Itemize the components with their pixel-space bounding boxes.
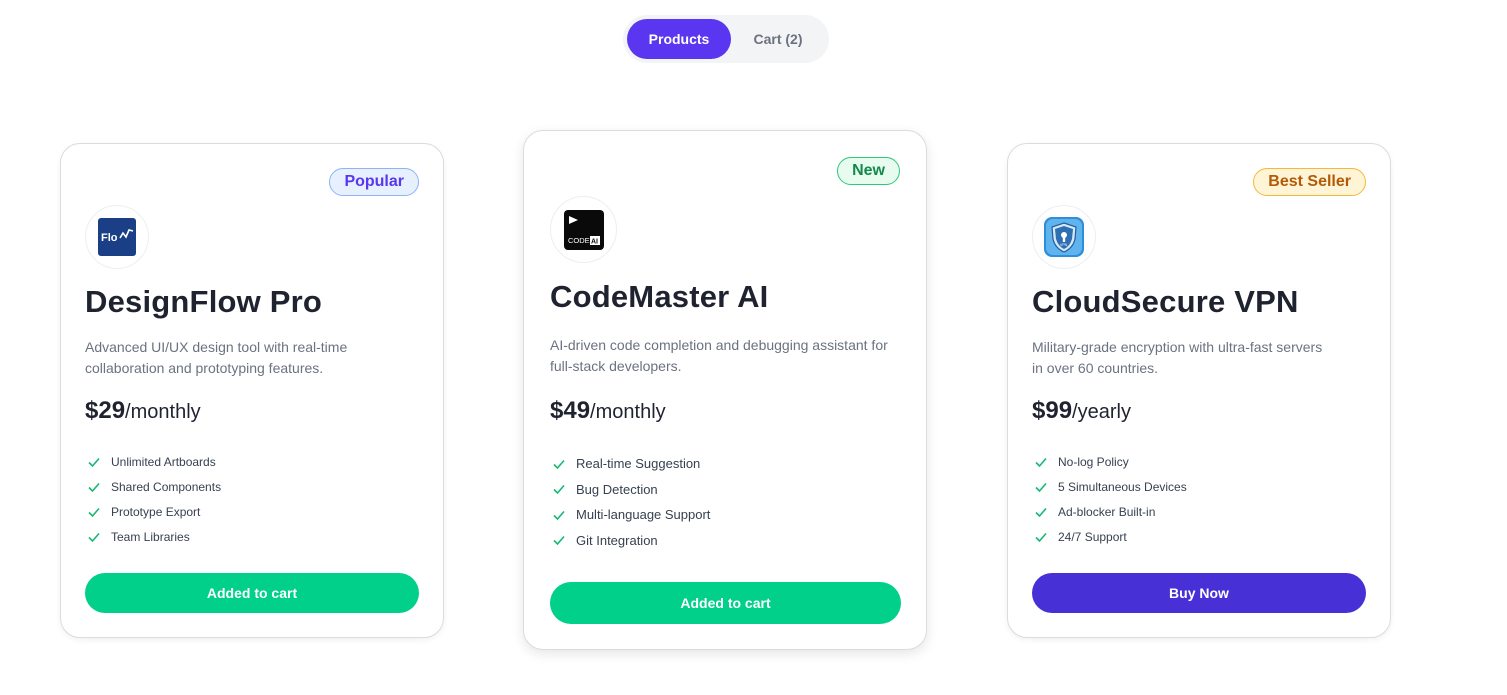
product-description: AI-driven code completion and debugging …: [550, 337, 888, 374]
buy-now-button[interactable]: Buy Now: [1032, 573, 1366, 613]
product-price: $99/yearly: [1032, 397, 1131, 425]
svg-text:CODE: CODE: [568, 236, 590, 245]
check-icon: [88, 507, 100, 517]
price-period: /monthly: [125, 401, 201, 423]
check-icon: [1035, 457, 1047, 467]
product-name: DesignFlow Pro: [85, 284, 323, 319]
feature-label: Prototype Export: [111, 504, 201, 519]
price-period: /monthly: [590, 401, 666, 423]
code-ai-logo-icon: CODE AI: [563, 209, 604, 250]
check-icon: [553, 536, 565, 546]
feature-item: Bug Detection: [550, 477, 710, 503]
new-badge: New: [837, 157, 900, 185]
svg-text:Flo: Flo: [101, 232, 118, 244]
price-amount: $29: [85, 397, 126, 424]
flow-logo-icon: Flo: [98, 218, 136, 256]
vpn-shield-logo-icon: VPN: [1044, 217, 1084, 257]
best-seller-badge: Best Seller: [1253, 168, 1366, 196]
product-logo: CODE AI: [550, 196, 617, 263]
feature-item: Real-time Suggestion: [550, 451, 710, 477]
product-card-cloudsecure: Best Seller VPN CloudSecure VPN Military…: [1007, 143, 1391, 638]
added-to-cart-button[interactable]: Added to cart: [550, 582, 901, 624]
view-switcher: Products Cart (2): [623, 15, 829, 63]
check-icon: [553, 459, 565, 469]
check-icon: [1035, 532, 1047, 542]
svg-text:AI: AI: [591, 238, 598, 245]
price-amount: $99: [1032, 397, 1073, 424]
product-price: $49/monthly: [550, 397, 666, 425]
feature-label: No-log Policy: [1058, 454, 1129, 469]
feature-label: 24/7 Support: [1058, 529, 1127, 544]
check-icon: [88, 482, 100, 492]
check-icon: [1035, 507, 1047, 517]
check-icon: [553, 510, 565, 520]
feature-item: Prototype Export: [85, 499, 221, 524]
feature-label: 5 Simultaneous Devices: [1058, 479, 1187, 494]
feature-label: Bug Detection: [576, 481, 658, 497]
product-price: $29/monthly: [85, 397, 201, 425]
product-logo: VPN: [1032, 205, 1096, 269]
check-icon: [1035, 482, 1047, 492]
product-description: Military-grade encryption with ultra-fas…: [1032, 339, 1323, 376]
feature-label: Team Libraries: [111, 529, 190, 544]
feature-list: Unlimited Artboards Shared Components Pr…: [85, 449, 221, 549]
feature-item: Git Integration: [550, 528, 710, 554]
feature-item: No-log Policy: [1032, 449, 1187, 474]
price-amount: $49: [550, 397, 591, 424]
added-to-cart-button[interactable]: Added to cart: [85, 573, 419, 613]
feature-item: Unlimited Artboards: [85, 449, 221, 474]
feature-item: Team Libraries: [85, 524, 221, 549]
feature-label: Ad-blocker Built-in: [1058, 504, 1156, 519]
feature-item: 24/7 Support: [1032, 524, 1187, 549]
tab-products[interactable]: Products: [627, 19, 731, 59]
feature-label: Real-time Suggestion: [576, 456, 701, 472]
product-name: CodeMaster AI: [550, 279, 769, 314]
feature-list: No-log Policy 5 Simultaneous Devices Ad-…: [1032, 449, 1187, 549]
svg-text:VPN: VPN: [1060, 243, 1068, 247]
product-logo: Flo: [85, 205, 149, 269]
feature-item: Shared Components: [85, 474, 221, 499]
tab-cart[interactable]: Cart (2): [731, 19, 825, 59]
feature-item: Multi-language Support: [550, 502, 710, 528]
feature-list: Real-time Suggestion Bug Detection Multi…: [550, 451, 710, 553]
feature-label: Shared Components: [111, 479, 222, 494]
check-icon: [88, 532, 100, 542]
product-name: CloudSecure VPN: [1032, 284, 1299, 319]
product-card-codemaster: New CODE AI CodeMaster AI AI-driven code…: [523, 130, 927, 650]
popular-badge: Popular: [329, 168, 419, 196]
product-description: Advanced UI/UX design tool with real-tim…: [85, 339, 348, 376]
check-icon: [553, 485, 565, 495]
price-period: /yearly: [1072, 401, 1131, 423]
feature-item: Ad-blocker Built-in: [1032, 499, 1187, 524]
check-icon: [88, 457, 100, 467]
product-card-designflow: Popular Flo DesignFlow Pro Advanced UI/U…: [60, 143, 444, 638]
feature-label: Git Integration: [576, 532, 658, 548]
feature-label: Unlimited Artboards: [111, 454, 216, 469]
feature-label: Multi-language Support: [576, 507, 711, 523]
feature-item: 5 Simultaneous Devices: [1032, 474, 1187, 499]
